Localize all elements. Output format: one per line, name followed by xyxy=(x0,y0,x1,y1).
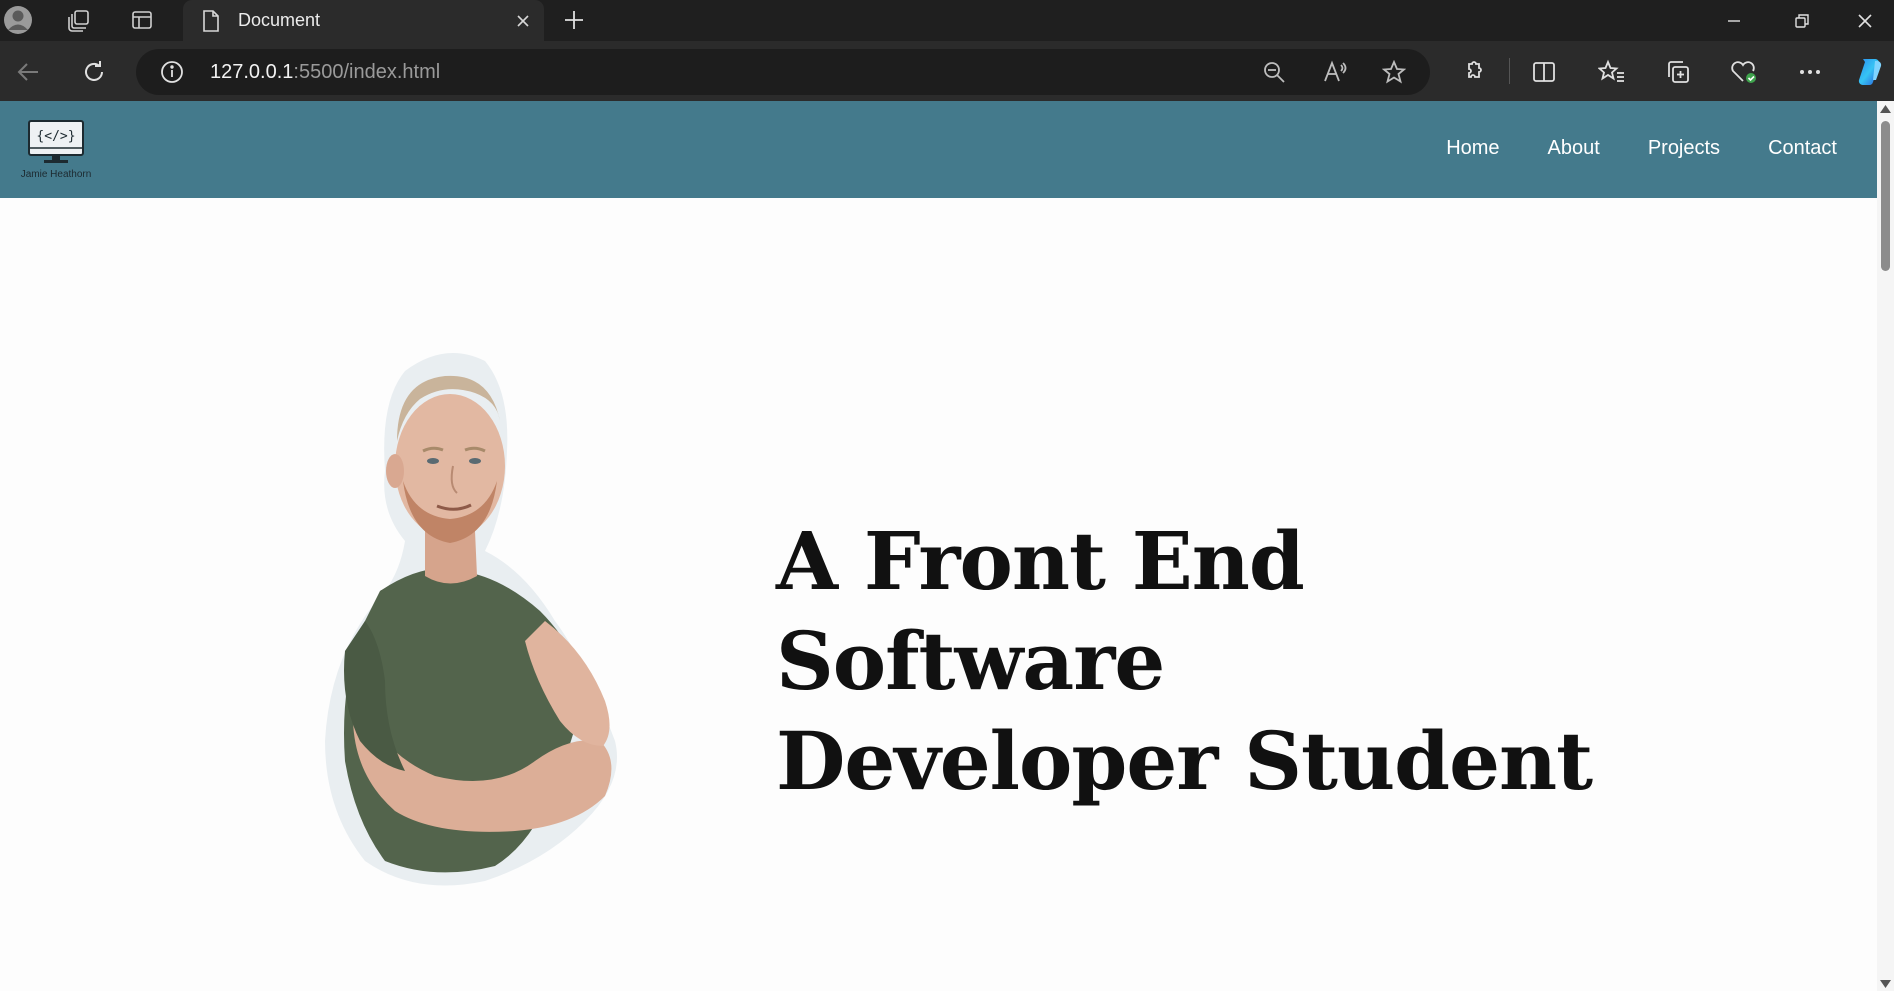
nav-about-link[interactable]: About xyxy=(1548,137,1600,160)
collections-icon[interactable] xyxy=(1660,54,1696,90)
url-text[interactable]: 127.0.0.1:5500/index.html xyxy=(210,61,440,84)
hero-heading: A Front End Software Developer Student xyxy=(776,511,1716,811)
refresh-icon[interactable] xyxy=(76,54,112,90)
nav-contact-link[interactable]: Contact xyxy=(1768,137,1837,160)
toolbar-separator xyxy=(1509,58,1510,84)
vertical-tabs-icon[interactable] xyxy=(127,5,157,35)
copilot-icon[interactable] xyxy=(1852,54,1888,90)
page-icon xyxy=(201,9,221,38)
site-navbar: {</>} Jamie Heathorn Home About Projects… xyxy=(0,101,1877,198)
profile-avatar-icon[interactable] xyxy=(3,5,33,35)
scroll-down-icon[interactable] xyxy=(1880,979,1891,989)
address-bar[interactable]: 127.0.0.1:5500/index.html xyxy=(136,49,1430,95)
browser-toolbar: 127.0.0.1:5500/index.html xyxy=(0,41,1894,101)
scrollbar-thumb[interactable] xyxy=(1881,121,1890,271)
logo-glyph: {</>} xyxy=(36,129,75,144)
logo-caption: Jamie Heathorn xyxy=(20,169,92,180)
extensions-icon[interactable] xyxy=(1456,54,1492,90)
read-aloud-icon[interactable] xyxy=(1322,60,1348,89)
close-icon[interactable] xyxy=(508,6,538,36)
hero-portrait-image xyxy=(325,353,617,886)
new-tab-icon[interactable] xyxy=(559,5,589,35)
hero-heading-line-2: Developer Student xyxy=(776,714,1593,808)
nav-home-link[interactable]: Home xyxy=(1446,137,1499,160)
tab-strip: Document xyxy=(0,0,1894,41)
window-close-icon[interactable] xyxy=(1836,0,1894,41)
favorite-star-icon[interactable] xyxy=(1381,59,1407,89)
minimize-icon[interactable] xyxy=(1700,0,1768,41)
nav-projects-link[interactable]: Projects xyxy=(1648,137,1720,160)
hero-heading-line-1: A Front End Software xyxy=(776,514,1305,708)
restore-icon[interactable] xyxy=(1768,0,1836,41)
workspaces-icon[interactable] xyxy=(64,5,94,35)
split-screen-icon[interactable] xyxy=(1526,54,1562,90)
tab-title: Document xyxy=(238,10,321,30)
page-scrollbar[interactable] xyxy=(1877,101,1894,991)
monitor-code-icon: {</>} xyxy=(28,120,84,163)
zoom-out-icon[interactable] xyxy=(1262,60,1286,89)
site-logo[interactable]: {</>} Jamie Heathorn xyxy=(16,117,96,183)
more-options-icon[interactable] xyxy=(1792,54,1828,90)
favorites-icon[interactable] xyxy=(1594,54,1630,90)
url-host: 127.0.0.1 xyxy=(210,61,294,83)
scroll-up-icon[interactable] xyxy=(1880,104,1891,114)
info-icon[interactable] xyxy=(160,60,184,89)
url-path: :5500/index.html xyxy=(293,61,441,83)
browser-essentials-icon[interactable] xyxy=(1726,54,1762,90)
page-viewport: {</>} Jamie Heathorn Home About Projects… xyxy=(0,101,1894,991)
tab-document[interactable]: Document xyxy=(183,0,544,41)
back-icon[interactable] xyxy=(10,54,46,90)
nav-links: Home About Projects Contact xyxy=(1446,137,1837,160)
